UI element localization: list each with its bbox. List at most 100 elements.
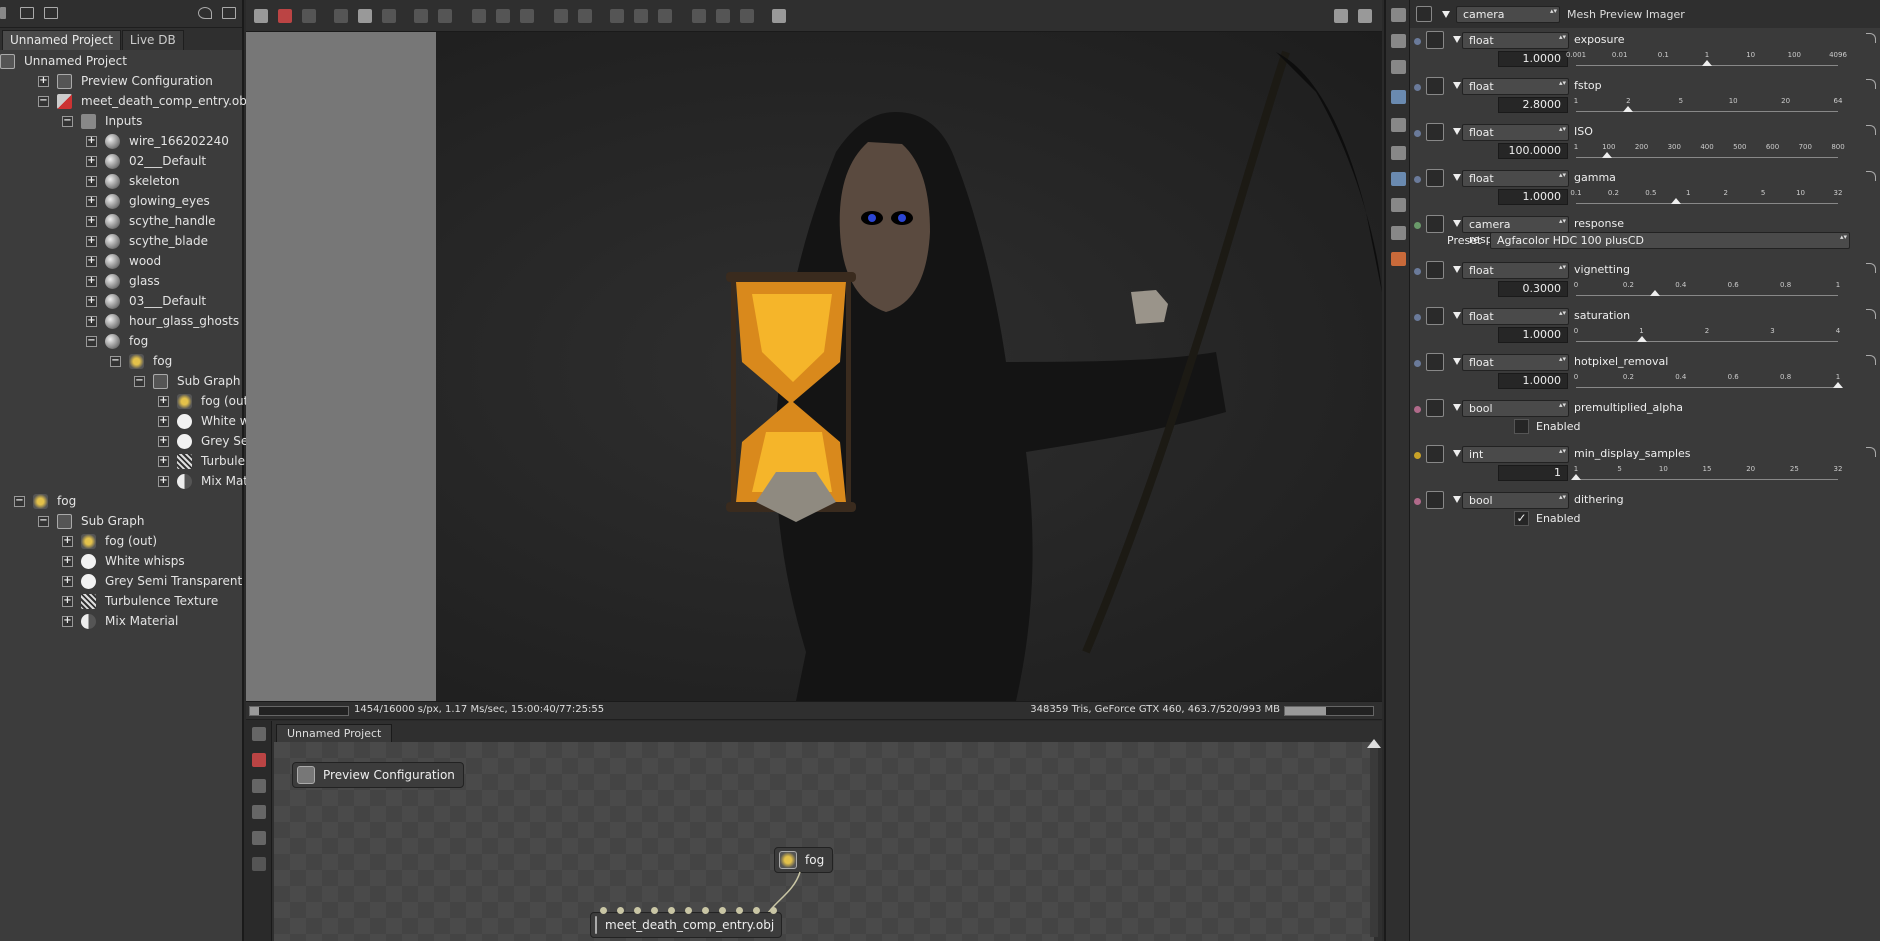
pin-dot-icon[interactable] <box>1414 268 1421 275</box>
param-type-select[interactable]: bool <box>1462 492 1569 509</box>
rewind-icon[interactable] <box>334 9 348 23</box>
curve-icon[interactable] <box>1866 355 1876 365</box>
node-meet-death-obj[interactable]: meet_death_comp_entry.obj <box>590 912 782 938</box>
curve-icon[interactable] <box>1866 309 1876 319</box>
material-picker-icon[interactable] <box>496 9 510 23</box>
checkbox[interactable] <box>1514 419 1529 434</box>
stop-render-icon[interactable] <box>278 9 292 23</box>
expand-icon[interactable]: + <box>86 275 97 287</box>
expand-icon[interactable]: + <box>86 255 97 267</box>
param-slider[interactable]: 0 0.2 0.4 0.6 0.8 1 <box>1574 281 1840 299</box>
param-type-icon[interactable] <box>1426 215 1444 233</box>
panel-menu-icon[interactable] <box>0 7 6 19</box>
tree-item[interactable]: + wood <box>86 251 161 271</box>
texture-icon[interactable] <box>1391 226 1406 240</box>
tree-item[interactable]: +03___Default <box>86 291 206 311</box>
param-value-field[interactable]: 1.0000 <box>1498 189 1568 205</box>
expand-icon[interactable]: + <box>62 595 73 607</box>
pin-dot-icon[interactable] <box>1414 498 1421 505</box>
param-type-icon[interactable] <box>1426 261 1444 279</box>
pin-dot-icon[interactable] <box>1414 84 1421 91</box>
param-slider[interactable]: 1 2 5 10 20 64 <box>1574 97 1842 115</box>
tree-item[interactable]: + Preview Configuration <box>38 71 213 91</box>
decal-icon[interactable] <box>716 9 730 23</box>
tree-item[interactable]: + Mix Material <box>62 611 178 631</box>
pin-dot-icon[interactable] <box>1414 452 1421 459</box>
expand-icon[interactable]: + <box>38 75 49 87</box>
collapse-triangle-icon[interactable] <box>1453 404 1461 411</box>
layers-icon[interactable] <box>1391 34 1406 48</box>
collapse-triangle-icon[interactable] <box>1453 266 1461 273</box>
preset-select[interactable]: Agfacolor HDC 100 plusCD <box>1490 232 1850 249</box>
param-slider[interactable]: 1 100 200 300 400 500 600 700 800 <box>1574 143 1845 161</box>
slider-thumb[interactable] <box>1702 60 1712 66</box>
curve-icon[interactable] <box>1866 33 1876 43</box>
slider-thumb[interactable] <box>1636 336 1647 342</box>
param-value-field[interactable]: 2.8000 <box>1498 97 1568 113</box>
expand-icon[interactable]: + <box>86 235 97 247</box>
param-type-icon[interactable] <box>1426 169 1444 187</box>
input-pin[interactable] <box>736 907 743 914</box>
param-value-field[interactable]: 1.0000 <box>1498 51 1568 67</box>
param-type-select[interactable]: float <box>1462 124 1569 141</box>
expand-icon[interactable]: + <box>86 155 97 167</box>
slider-thumb[interactable] <box>1571 474 1581 480</box>
input-pin[interactable] <box>668 907 675 914</box>
tree-item[interactable]: − meet_death_comp_entry.obj <box>38 91 250 111</box>
tree-item[interactable]: + fog (out) <box>158 391 253 411</box>
tree-item[interactable]: + scythe_blade <box>86 231 208 251</box>
graph-tab[interactable]: Unnamed Project <box>276 724 393 742</box>
collapse-icon[interactable]: − <box>38 95 49 107</box>
param-type-select[interactable]: float <box>1462 78 1569 95</box>
tree-item[interactable]: + fog (out) <box>62 531 157 551</box>
tab-unnamed-project[interactable]: Unnamed Project <box>2 30 121 50</box>
collapse-triangle-icon[interactable] <box>1442 10 1450 18</box>
play-icon[interactable] <box>382 9 396 23</box>
tree-item[interactable]: − fog <box>86 331 148 351</box>
display-toggle-icon[interactable] <box>610 9 624 23</box>
tree-item[interactable]: + hour_glass_ghosts <box>86 311 239 331</box>
render-canvas[interactable] <box>246 32 1382 701</box>
graph-menu-icon[interactable] <box>252 727 266 741</box>
checkbox[interactable]: ✓ <box>1514 511 1529 526</box>
param-type-icon[interactable] <box>1426 31 1444 49</box>
expand-icon[interactable]: + <box>158 475 169 487</box>
param-value-field[interactable]: 1.0000 <box>1498 327 1568 343</box>
param-value-field[interactable]: 0.3000 <box>1498 281 1568 297</box>
slider-thumb[interactable] <box>1649 290 1660 296</box>
expand-icon[interactable]: + <box>158 415 169 427</box>
curve-icon[interactable] <box>1866 447 1876 457</box>
param-slider[interactable]: 0 1 2 3 4 <box>1574 327 1840 345</box>
input-pin[interactable] <box>702 907 709 914</box>
tree-item[interactable]: + skeleton <box>86 171 180 191</box>
pin-dot-icon[interactable] <box>1414 130 1421 137</box>
expand-icon[interactable]: + <box>62 555 73 567</box>
tab-live-db[interactable]: Live DB <box>121 30 184 50</box>
tree-item[interactable]: + scythe_handle <box>86 211 216 231</box>
expand-icon[interactable]: + <box>86 175 97 187</box>
tree-item[interactable]: +02___Default <box>86 151 206 171</box>
list-icon[interactable] <box>44 7 58 19</box>
node-preview-configuration[interactable]: Preview Configuration <box>292 762 464 788</box>
slider-thumb[interactable] <box>1602 152 1613 158</box>
pin-dot-icon[interactable] <box>1414 38 1421 45</box>
viewport-menu-icon[interactable] <box>254 9 268 23</box>
material-icon[interactable] <box>1391 252 1406 266</box>
param-value-field[interactable]: 100.0000 <box>1498 143 1568 159</box>
pin-dot-icon[interactable] <box>1414 222 1421 229</box>
expand-icon[interactable]: + <box>158 455 169 467</box>
expand-icon[interactable]: + <box>158 395 169 407</box>
slider-thumb[interactable] <box>1623 106 1634 112</box>
expand-icon[interactable]: + <box>86 215 97 227</box>
scroll-up-arrow-icon[interactable] <box>1367 739 1381 748</box>
param-type-select[interactable]: float <box>1462 262 1569 279</box>
curve-icon[interactable] <box>1866 125 1876 135</box>
camera-target-icon[interactable] <box>554 9 568 23</box>
maximize-icon[interactable] <box>222 7 236 19</box>
param-type-select[interactable]: int <box>1462 446 1569 463</box>
graph-canvas[interactable]: Preview Configuration fog meet_death_com… <box>274 742 1374 941</box>
tree-item[interactable]: + White whisps <box>62 551 185 571</box>
curve-icon[interactable] <box>1866 171 1876 181</box>
lock-view-icon[interactable] <box>578 9 592 23</box>
param-type-select[interactable]: float <box>1462 170 1569 187</box>
